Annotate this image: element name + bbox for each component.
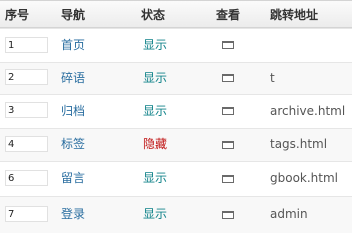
navigation-table: 序号 导航 状态 查看 跳转地址 首页 显示 碎语 显示 t 归档 显示 arc… [0,0,352,233]
status-toggle[interactable]: 显示 [143,197,167,231]
status-toggle[interactable]: 显示 [143,162,167,195]
table-row: 登录 显示 admin [0,196,352,233]
nav-name-link[interactable]: 留言 [61,162,85,195]
nav-name-link[interactable]: 标签 [61,129,85,160]
header-status: 状态 [141,8,166,22]
window-icon[interactable] [222,141,234,149]
header-nav: 导航 [61,8,86,22]
order-input[interactable] [5,136,48,152]
order-input[interactable] [5,102,48,118]
order-input[interactable] [5,170,48,186]
redirect-url: gbook.html [270,171,339,185]
nav-name-link[interactable]: 归档 [61,95,85,127]
header-order: 序号 [5,8,30,22]
redirect-url: archive.html [270,104,346,118]
window-icon[interactable] [222,74,234,82]
nav-name-link[interactable]: 碎语 [61,63,85,93]
order-input[interactable] [5,69,48,85]
table-row: 标签 隐藏 tags.html [0,128,352,161]
status-toggle[interactable]: 隐藏 [143,129,167,160]
redirect-url: tags.html [270,137,328,151]
status-toggle[interactable]: 显示 [143,63,167,93]
status-toggle[interactable]: 显示 [143,95,167,127]
window-icon[interactable] [222,211,234,219]
header-view: 查看 [216,8,241,22]
table-header: 序号 导航 状态 查看 跳转地址 [0,0,352,28]
window-icon[interactable] [222,175,234,183]
nav-name-link[interactable]: 首页 [61,29,85,61]
table-row: 碎语 显示 t [0,62,352,94]
header-url: 跳转地址 [270,8,319,22]
window-icon[interactable] [222,107,234,115]
status-toggle[interactable]: 显示 [143,29,167,61]
order-input[interactable] [5,37,48,53]
window-icon[interactable] [222,41,234,49]
order-input[interactable] [5,206,48,222]
table-row: 留言 显示 gbook.html [0,161,352,196]
redirect-url: t [270,71,275,85]
table-row: 首页 显示 [0,28,352,62]
redirect-url: admin [270,207,308,221]
table-row: 归档 显示 archive.html [0,94,352,128]
nav-name-link[interactable]: 登录 [61,197,85,231]
